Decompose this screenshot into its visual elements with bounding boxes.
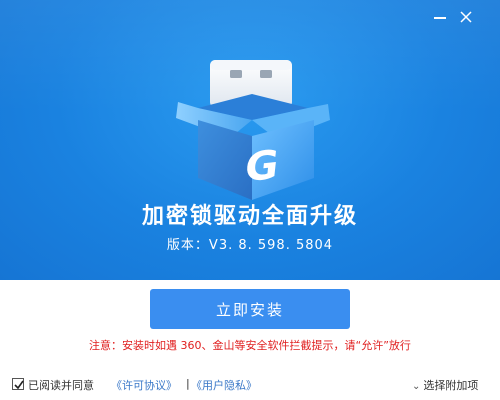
privacy-policy-link[interactable]: 《用户隐私》: [191, 377, 257, 393]
version-label: 版本：V3. 8. 598. 5804: [166, 238, 334, 253]
additional-options-toggle[interactable]: ⌄ 选择附加项: [412, 377, 478, 393]
usb-box-logo: G: [176, 60, 330, 200]
footer-bar: 已阅读并同意 《许可协议》 | 《用户隐私》 ⌄ 选择附加项: [0, 374, 500, 396]
options-label: 选择附加项: [423, 379, 479, 392]
header-banner: G 加密锁驱动全面升级 版本：V3. 8. 598. 5804: [0, 0, 500, 280]
close-button[interactable]: [457, 8, 475, 26]
minimize-button[interactable]: [431, 8, 449, 26]
agree-checkbox[interactable]: [12, 378, 24, 390]
license-agreement-link[interactable]: 《许可协议》: [111, 377, 177, 393]
agree-label: 已阅读并同意: [28, 379, 94, 392]
svg-text:G: G: [243, 140, 281, 191]
chevron-down-icon: ⌄: [412, 381, 421, 392]
checkmark-icon: [14, 380, 24, 390]
minimize-icon: [434, 17, 446, 19]
install-now-button[interactable]: 立即安装: [150, 289, 350, 329]
link-separator: |: [186, 377, 190, 390]
close-icon: [460, 11, 472, 23]
security-notice: 注意：安装时如遇 360、金山等安全软件拦截提示，请“允许”放行: [89, 339, 411, 352]
product-title: 加密锁驱动全面升级: [141, 204, 358, 229]
